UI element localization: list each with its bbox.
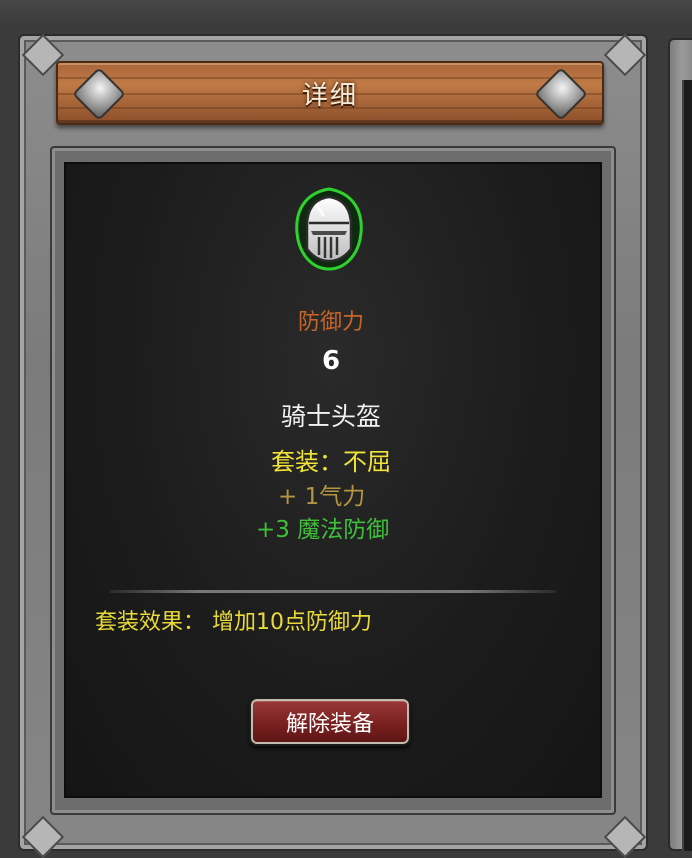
set-bonus-stamina: + 1气力 <box>278 484 366 510</box>
adjacent-panel-edge <box>668 38 692 851</box>
corner-ornament <box>603 33 647 77</box>
panel-title: 详细 <box>301 81 358 111</box>
adjacent-panel-inner <box>682 80 692 851</box>
knight-helmet-icon <box>295 187 363 271</box>
stat-value: 6 <box>321 346 341 376</box>
corner-ornament <box>603 815 647 858</box>
unequip-button[interactable]: 解除装备 <box>249 697 411 746</box>
background-top <box>0 0 692 28</box>
stat-label: 防御力 <box>297 310 364 335</box>
item-name: 骑士头盔 <box>280 402 381 431</box>
title-plank: 详细 <box>56 61 604 125</box>
set-bonus-magic-defense: +3 魔法防御 <box>256 517 390 543</box>
set-effect-text: 套装效果： 增加10点防御力 <box>95 610 372 635</box>
set-name: 套装：不屈 <box>271 448 391 476</box>
corner-ornament <box>21 815 65 858</box>
divider <box>110 590 556 593</box>
